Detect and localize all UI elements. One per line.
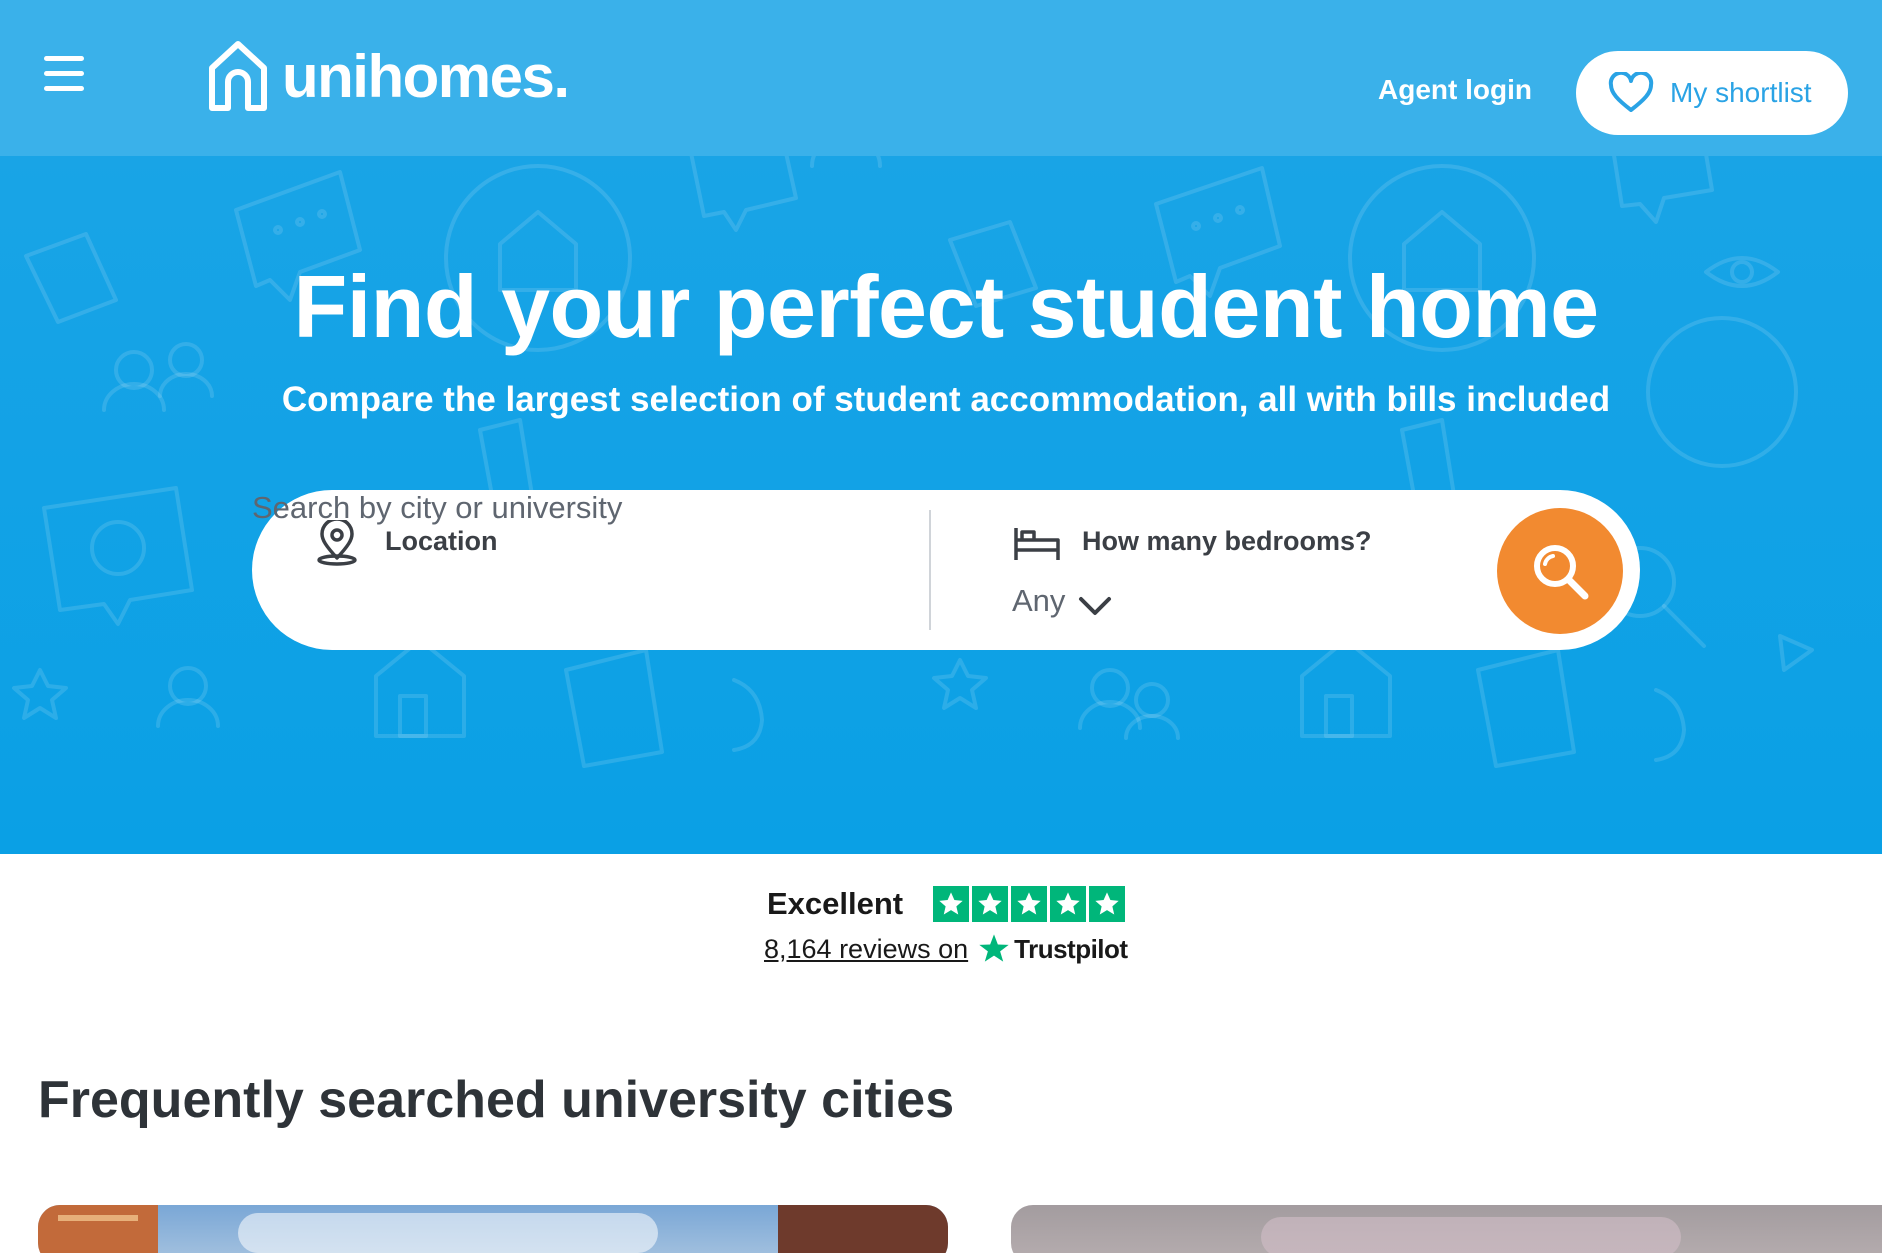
trustpilot-logo[interactable]: Trustpilot: [978, 933, 1128, 965]
trustpilot-reviews: 8,164 reviews on Trustpilot: [764, 928, 1128, 970]
shortlist-label: My shortlist: [1670, 77, 1812, 108]
star-icon: [1050, 886, 1087, 922]
star-rating: [933, 886, 1126, 922]
reviews-link[interactable]: 8,164 reviews on: [764, 934, 968, 965]
search-divider: [929, 510, 931, 630]
star-icon: [1011, 886, 1048, 922]
logo[interactable]: unihomes.: [204, 34, 570, 118]
rating-text: Excellent: [767, 886, 904, 921]
star-icon: [933, 886, 970, 922]
bedrooms-select[interactable]: Any: [1012, 576, 1113, 626]
trustpilot-star-icon: [979, 934, 1009, 962]
hero-subtitle: Compare the largest selection of student…: [281, 380, 1611, 419]
site-header: unihomes. Agent login My shortlist: [0, 0, 1882, 156]
search-bar: Location How many bedrooms? Any: [252, 490, 1640, 650]
bedrooms-value: Any: [1012, 583, 1066, 618]
city-card[interactable]: [38, 1205, 948, 1253]
map-pin-icon: [317, 520, 357, 566]
search-icon: [1534, 545, 1589, 600]
heart-icon: [1608, 72, 1654, 112]
location-label: Location: [385, 526, 498, 556]
trustpilot-rating[interactable]: Excellent: [767, 884, 1126, 924]
cities-section-title: Frequently searched university cities: [38, 1071, 955, 1129]
city-photo-sky: [1261, 1217, 1681, 1253]
hamburger-menu-icon[interactable]: [40, 54, 86, 94]
logo-text: unihomes.: [282, 42, 570, 110]
city-photo-building: [778, 1205, 948, 1253]
city-photo-sky: [238, 1213, 658, 1253]
hero-title: Find your perfect student home: [293, 257, 1599, 356]
star-icon: [1089, 886, 1126, 922]
city-photo-building: [38, 1205, 158, 1253]
city-card[interactable]: [1011, 1205, 1882, 1253]
search-button[interactable]: [1497, 508, 1623, 634]
chevron-down-icon: [1079, 597, 1112, 615]
house-outline-icon: [209, 41, 267, 111]
bedrooms-label: How many bedrooms?: [1082, 526, 1372, 556]
agent-login-link[interactable]: Agent login: [1378, 74, 1532, 106]
bed-icon: [1014, 528, 1060, 560]
my-shortlist-button[interactable]: My shortlist: [1576, 51, 1848, 135]
trustpilot-brand: Trustpilot: [1014, 933, 1128, 964]
star-icon: [972, 886, 1009, 922]
